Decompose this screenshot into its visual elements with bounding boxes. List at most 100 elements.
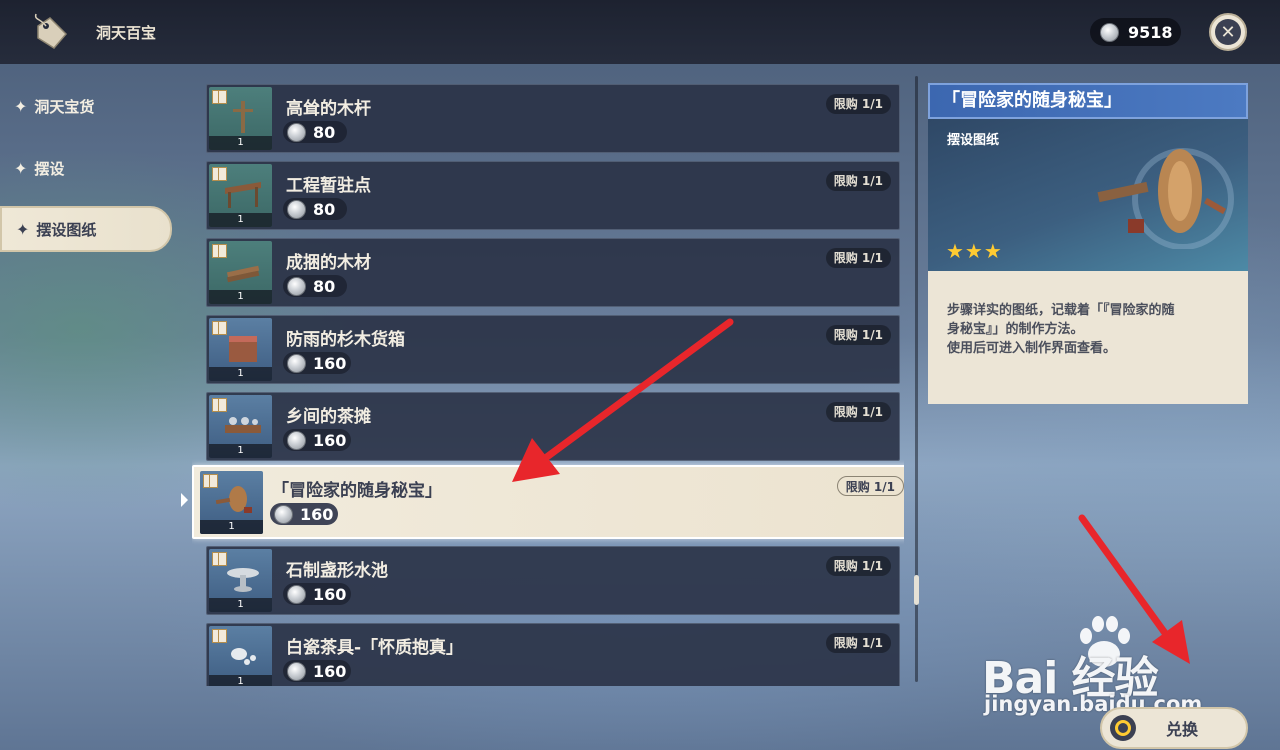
wooden-crate-icon xyxy=(229,336,257,362)
price-value: 160 xyxy=(313,661,347,681)
porcelain-tea-set-icon xyxy=(231,648,256,665)
sidebar-item-label: 摆设 xyxy=(34,159,65,178)
item-detail-panel: 「冒险家的随身秘宝」 摆设图纸 ★★★ 步骤详实的图纸，记载着「『冒险家的随 身… xyxy=(928,83,1248,404)
camp-tent-icon xyxy=(225,182,261,208)
sidebar-item-dongtian-goods[interactable]: ✦ 洞天宝货 xyxy=(0,84,172,128)
purchase-limit-badge: 限购 1/1 xyxy=(836,476,904,496)
item-thumbnail: 1 xyxy=(209,626,272,686)
price-value: 80 xyxy=(313,122,336,142)
item-price: 80 xyxy=(283,275,347,297)
item-price: 160 xyxy=(283,352,351,374)
tea-stall-icon xyxy=(225,417,261,433)
price-value: 160 xyxy=(313,430,347,450)
item-thumbnail: 1 xyxy=(209,549,272,612)
sidebar-item-furnishing-blueprints[interactable]: ✦ 摆设图纸 xyxy=(0,206,172,252)
blueprint-icon xyxy=(203,474,218,488)
list-item[interactable]: 1 石制盏形水池 160 限购 1/1 xyxy=(206,546,900,615)
stone-basin-icon xyxy=(227,568,259,592)
exchange-button[interactable]: 兑换 xyxy=(1100,707,1248,749)
page-title: 洞天百宝 xyxy=(96,24,157,42)
item-price: 160 xyxy=(283,429,351,451)
blueprint-icon xyxy=(212,167,227,181)
exchange-label: 兑换 xyxy=(1166,720,1199,739)
item-price: 160 xyxy=(283,660,351,682)
scrollbar-thumb[interactable] xyxy=(914,575,919,605)
item-count: 1 xyxy=(209,290,272,304)
purchase-limit-badge: 限购 1/1 xyxy=(825,633,891,653)
blueprint-icon xyxy=(212,90,227,104)
price-value: 80 xyxy=(313,276,336,296)
item-price: 80 xyxy=(283,198,347,220)
item-name: 工程暂驻点 xyxy=(286,176,371,196)
list-item[interactable]: 1 工程暂驻点 80 限购 1/1 xyxy=(206,161,900,230)
list-item[interactable]: 1 高耸的木杆 80 限购 1/1 xyxy=(206,84,900,153)
blueprint-icon xyxy=(212,629,227,643)
coin-icon xyxy=(274,504,293,524)
item-name: 乡间的茶摊 xyxy=(286,407,371,427)
sidebar-item-label: 洞天宝货 xyxy=(34,97,95,116)
description-line: 身秘宝』」的制作方法。 xyxy=(947,322,1084,337)
selection-indicator-icon xyxy=(181,493,188,507)
coin-icon xyxy=(287,199,306,219)
adventurer-pack-artwork-icon xyxy=(1097,148,1234,249)
purchase-limit-badge: 限购 1/1 xyxy=(825,171,891,191)
detail-title: 「冒险家的随身秘宝」 xyxy=(928,83,1248,119)
purchase-limit-badge: 限购 1/1 xyxy=(825,94,891,114)
currency-value: 9518 xyxy=(1128,22,1173,42)
item-name: 石制盏形水池 xyxy=(286,561,388,581)
item-type-label: 摆设图纸 xyxy=(947,133,1000,148)
purchase-limit-badge: 限购 1/1 xyxy=(825,402,891,422)
item-count: 1 xyxy=(209,367,272,381)
close-button[interactable]: ✕ xyxy=(1209,13,1247,51)
item-count: 1 xyxy=(209,213,272,227)
shop-item-list[interactable]: 1 高耸的木杆 80 限购 1/1 1 工程暂驻点 80 限购 1/1 1 成捆… xyxy=(192,82,904,686)
exchange-icon xyxy=(1110,715,1136,741)
item-description: 步骤详实的图纸，记载着「『冒险家的随 身秘宝』」的制作方法。 使用后可进入制作界… xyxy=(947,301,1235,358)
currency-display: 9518 xyxy=(1090,18,1181,46)
description-line: 步骤详实的图纸，记载着「『冒险家的随 xyxy=(947,303,1175,318)
list-item[interactable]: 1 成捆的木材 80 限购 1/1 xyxy=(206,238,900,307)
price-value: 80 xyxy=(313,199,336,219)
description-line: 使用后可进入制作界面查看。 xyxy=(947,341,1117,356)
detail-artwork: 摆设图纸 ★★★ xyxy=(928,119,1248,271)
rarity-stars: ★★★ xyxy=(946,239,1003,263)
item-name: 成捆的木材 xyxy=(286,253,371,273)
item-name: 「冒险家的随身秘宝」 xyxy=(272,481,442,501)
sparkle-icon: ✦ xyxy=(14,158,28,178)
price-value: 160 xyxy=(313,584,347,604)
item-price: 80 xyxy=(283,121,347,143)
coin-icon xyxy=(287,661,306,681)
coin-icon xyxy=(287,584,306,604)
purchase-limit-badge: 限购 1/1 xyxy=(825,325,891,345)
price-value: 160 xyxy=(313,353,347,373)
sparkle-icon: ✦ xyxy=(16,219,30,239)
wooden-pole-icon xyxy=(233,101,253,133)
item-thumbnail: 1 xyxy=(209,318,272,381)
item-name: 白瓷茶具-「怀质抱真」 xyxy=(286,638,464,658)
item-price: 160 xyxy=(283,583,351,605)
item-thumbnail: 1 xyxy=(209,241,272,304)
blueprint-icon xyxy=(212,552,227,566)
list-item[interactable]: 1 防雨的杉木货箱 160 限购 1/1 xyxy=(206,315,900,384)
price-tag-icon xyxy=(34,13,68,49)
coin-icon xyxy=(287,276,306,296)
blueprint-icon xyxy=(212,398,227,412)
baidu-watermark: Bai 经验 jingyan.baidu.com xyxy=(982,612,1222,722)
item-thumbnail: 1 xyxy=(200,471,263,534)
adventurer-pack-icon xyxy=(215,486,252,513)
item-name: 高耸的木杆 xyxy=(286,99,371,119)
purchase-limit-badge: 限购 1/1 xyxy=(825,556,891,576)
sidebar-item-furnishings[interactable]: ✦ 摆设 xyxy=(0,146,172,190)
item-thumbnail: 1 xyxy=(209,164,272,227)
top-bar: 洞天百宝 9518 ✕ xyxy=(0,0,1280,64)
item-thumbnail: 1 xyxy=(209,395,272,458)
timber-bundle-icon xyxy=(226,265,260,283)
coin-icon xyxy=(287,122,306,142)
list-item[interactable]: 1 白瓷茶具-「怀质抱真」 160 限购 1/1 xyxy=(206,623,900,686)
coin-icon xyxy=(287,430,306,450)
item-count: 1 xyxy=(209,598,272,612)
blueprint-icon xyxy=(212,244,227,258)
list-item-selected[interactable]: 1 「冒险家的随身秘宝」 160 限购 1/1 xyxy=(192,465,904,539)
item-thumbnail: 1 xyxy=(209,87,272,150)
list-item[interactable]: 1 乡间的茶摊 160 限购 1/1 xyxy=(206,392,900,461)
